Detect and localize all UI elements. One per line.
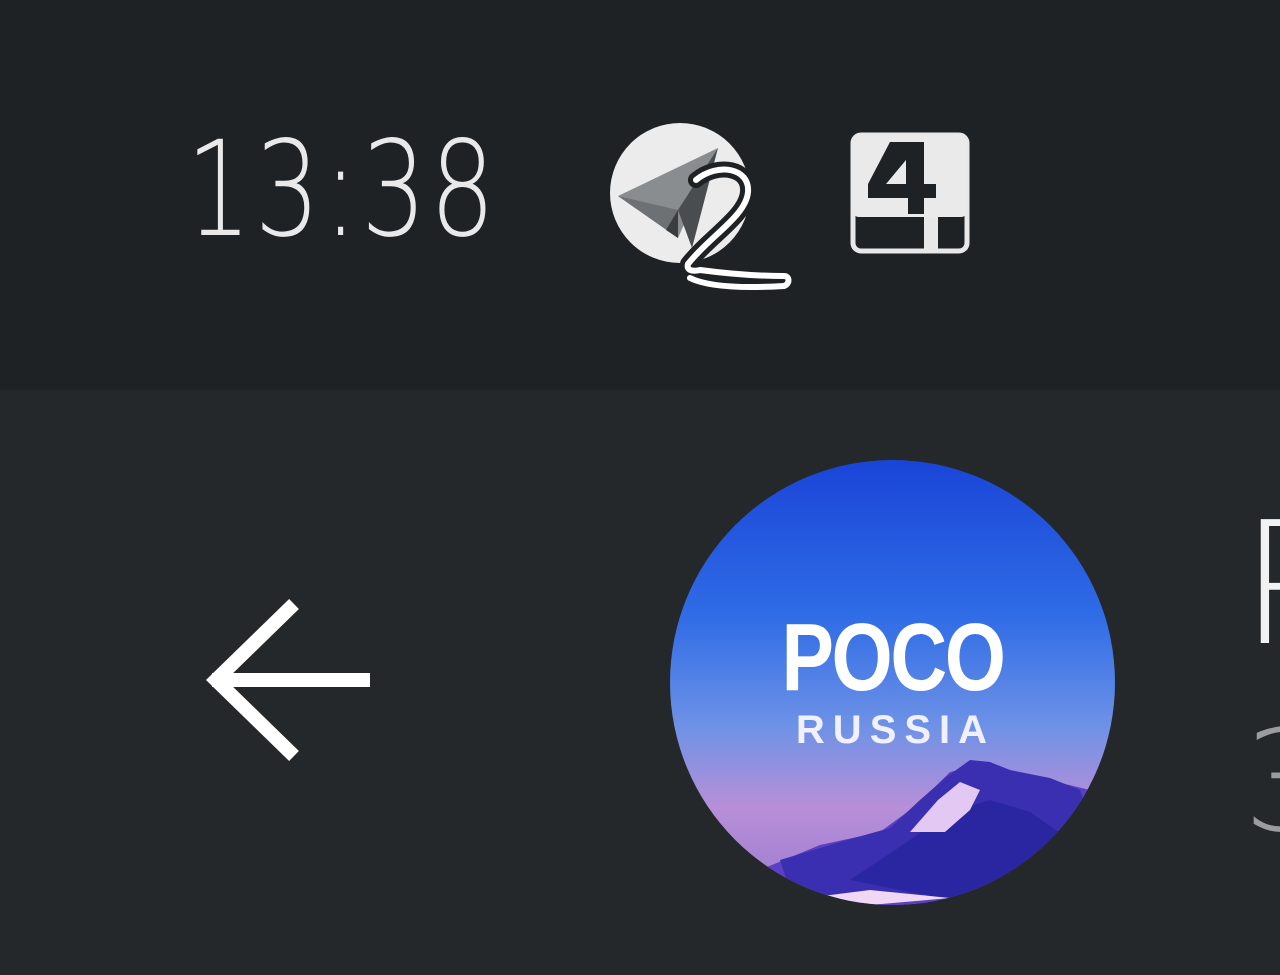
avatar-title: POCO [781,604,1006,711]
chat-subtitle: 3 [1243,708,1280,858]
back-button[interactable] [190,590,380,770]
telegram-icon [600,118,800,308]
chat-title[interactable]: P [1240,495,1280,675]
avatar-subtitle: RUSSIA [795,708,996,752]
app-bar: POCO RUSSIA P 3 [0,390,1280,975]
channel-avatar[interactable]: POCO RUSSIA [670,460,1115,905]
arrow-left-icon [205,598,370,762]
status-bar: 13:38 [0,0,1280,390]
channel-4-icon [850,132,970,254]
status-time: 13:38 [186,113,499,267]
